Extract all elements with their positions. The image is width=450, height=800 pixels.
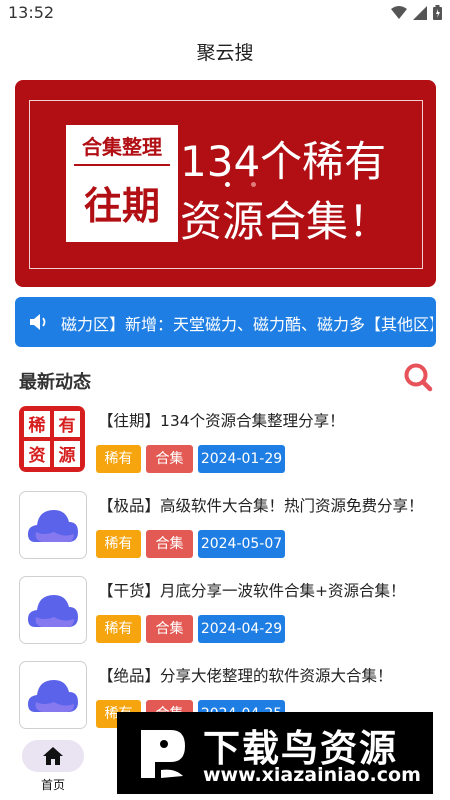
- archive-icon: 稀 有 资 源: [19, 406, 85, 472]
- status-bar: 13:52: [0, 0, 450, 28]
- notice-text: 磁力区】新增：天堂磁力、磁力酷、磁力多【其他区】: [61, 315, 433, 334]
- tag-rare[interactable]: 稀有: [96, 615, 141, 643]
- list-item[interactable]: 【极品】高级软件大合集！热门资源免费分享！ 稀有 合集 2024-05-07: [0, 491, 450, 571]
- nav-item-home[interactable]: [22, 740, 84, 772]
- tag-rare[interactable]: 稀有: [96, 530, 141, 558]
- cloud-icon: [19, 661, 87, 729]
- tag-collection[interactable]: 合集: [146, 615, 193, 643]
- date-badge: 2024-01-29: [198, 445, 285, 473]
- app-title: 聚云搜: [196, 42, 254, 64]
- thumb-char: 源: [59, 445, 76, 466]
- thumb-char: 有: [59, 415, 76, 436]
- list-item[interactable]: 稀 有 资 源 【往期】134个资源合集整理分享！ 稀有 合集 2024-01-…: [0, 406, 450, 486]
- banner-box-divider: [74, 164, 170, 166]
- cloud-icon: [19, 576, 87, 644]
- bottom-nav: 首页: [0, 734, 110, 800]
- watermark-url: www.xiazainiao.com: [203, 764, 421, 786]
- tag-collection[interactable]: 合集: [146, 530, 193, 558]
- section-title: 最新动态: [19, 372, 91, 393]
- item-title[interactable]: 【绝品】分享大佬整理的软件资源大合集！: [98, 664, 393, 686]
- battery-icon: [433, 5, 442, 20]
- speaker-icon: [30, 314, 46, 330]
- nav-home-label[interactable]: 首页: [0, 776, 106, 793]
- tag-collection[interactable]: 合集: [146, 445, 193, 473]
- status-icons: [391, 5, 442, 20]
- item-title[interactable]: 【极品】高级软件大合集！热门资源免费分享！: [98, 494, 424, 516]
- status-time: 13:52: [8, 3, 55, 22]
- watermark-overlay: 下载鸟资源 www.xiazainiao.com: [117, 712, 433, 794]
- banner-headline-line1: 134个稀有: [180, 137, 387, 186]
- signal-icon: [413, 5, 427, 20]
- home-icon: [43, 747, 63, 765]
- item-title[interactable]: 【干货】月底分享一波软件合集+资源合集！: [98, 579, 406, 601]
- banner-carousel[interactable]: 合集整理 往期 134个稀有 资源合集！: [15, 80, 436, 287]
- thumb-char: 资: [29, 445, 46, 466]
- banner-box-top-text: 合集整理: [82, 135, 162, 159]
- tag-rare[interactable]: 稀有: [96, 445, 141, 473]
- cloud-icon: [19, 491, 87, 559]
- list-item[interactable]: 【干货】月底分享一波软件合集+资源合集！ 稀有 合集 2024-04-29: [0, 576, 450, 656]
- wifi-icon: [391, 5, 407, 19]
- search-icon[interactable]: [403, 362, 433, 392]
- bird-logo-icon: [141, 730, 185, 778]
- item-title[interactable]: 【往期】134个资源合集整理分享！: [98, 409, 345, 431]
- date-badge: 2024-04-29: [198, 615, 285, 643]
- date-badge: 2024-05-07: [198, 530, 285, 558]
- banner-headline-line2: 资源合集！: [180, 197, 391, 246]
- thumb-char: 稀: [29, 415, 46, 436]
- banner-label-box: 合集整理 往期: [66, 125, 178, 242]
- banner-box-bottom-text: 往期: [83, 184, 160, 228]
- notice-bar[interactable]: 磁力区】新增：天堂磁力、磁力酷、磁力多【其他区】: [15, 297, 436, 347]
